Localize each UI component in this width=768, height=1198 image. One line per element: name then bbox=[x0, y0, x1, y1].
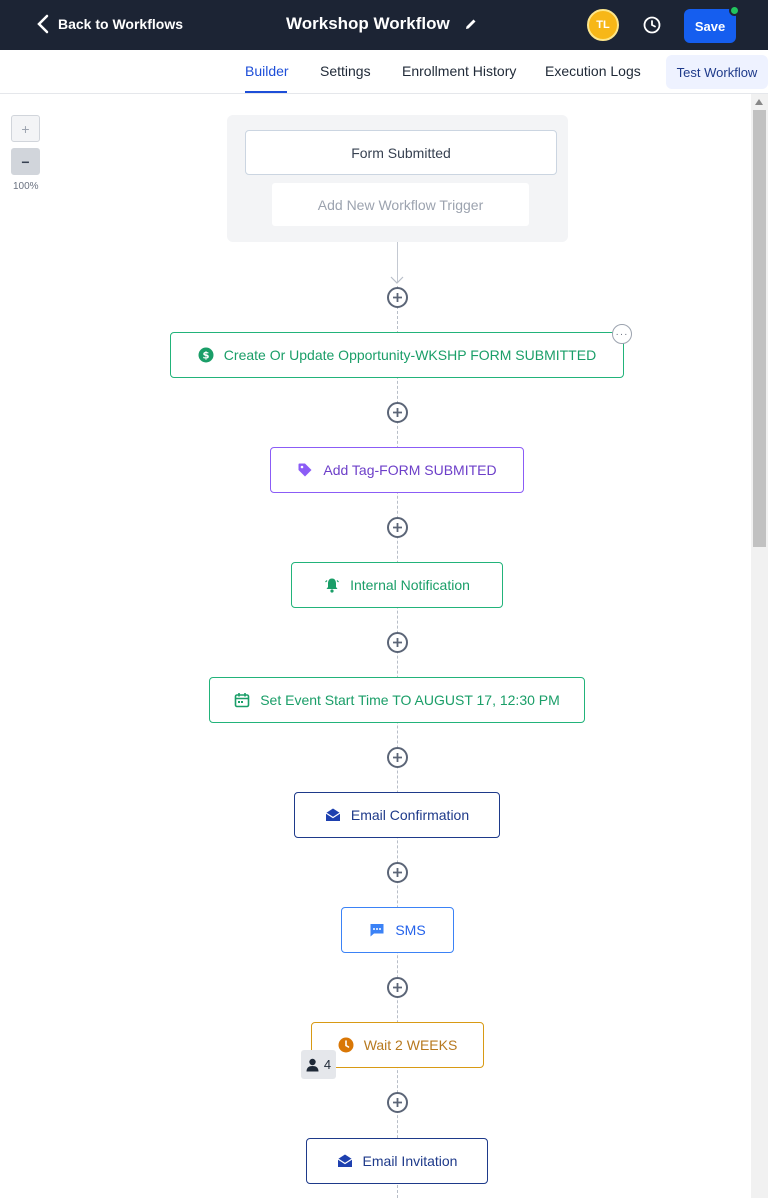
tag-icon bbox=[297, 462, 313, 478]
more-options-button[interactable]: ··· bbox=[612, 324, 632, 344]
add-action-button[interactable] bbox=[387, 977, 408, 998]
user-icon bbox=[306, 1058, 319, 1071]
pencil-icon[interactable] bbox=[464, 17, 478, 31]
action-label: Internal Notification bbox=[350, 577, 470, 593]
unsaved-indicator-dot bbox=[729, 5, 740, 16]
add-action-button[interactable] bbox=[387, 287, 408, 308]
add-action-button[interactable] bbox=[387, 747, 408, 768]
action-internal-notification[interactable]: Internal Notification bbox=[291, 562, 503, 608]
arrow-down-icon bbox=[390, 276, 404, 284]
back-to-workflows-link[interactable]: Back to Workflows bbox=[36, 14, 183, 34]
svg-text:$: $ bbox=[202, 351, 209, 362]
action-label: Add Tag-FORM SUBMITED bbox=[323, 462, 497, 478]
tab-builder[interactable]: Builder bbox=[245, 63, 289, 79]
clock-icon bbox=[338, 1037, 354, 1053]
tab-execution-logs[interactable]: Execution Logs bbox=[545, 63, 641, 79]
action-email-confirmation[interactable]: Email Confirmation bbox=[294, 792, 500, 838]
action-label: Wait 2 WEEKS bbox=[363, 1037, 458, 1053]
plus-icon bbox=[393, 753, 402, 762]
action-sms[interactable]: SMS bbox=[341, 907, 454, 953]
back-label: Back to Workflows bbox=[58, 16, 183, 32]
save-button[interactable]: Save bbox=[684, 9, 736, 43]
tab-settings[interactable]: Settings bbox=[320, 63, 371, 79]
action-add-tag[interactable]: Add Tag-FORM SUBMITED bbox=[270, 447, 524, 493]
workflow-title-text: Workshop Workflow bbox=[286, 14, 450, 33]
scrollbar-thumb[interactable] bbox=[753, 110, 766, 547]
action-label: Set Event Start Time TO AUGUST 17, 12:30… bbox=[260, 692, 560, 708]
calendar-icon bbox=[234, 692, 250, 708]
test-workflow-button[interactable]: Test Workflow bbox=[666, 55, 768, 89]
plus-icon bbox=[393, 868, 402, 877]
action-wait[interactable]: Wait 2 WEEKS bbox=[311, 1022, 484, 1068]
history-icon[interactable] bbox=[641, 14, 663, 36]
plus-icon bbox=[393, 638, 402, 647]
avatar[interactable]: TL bbox=[587, 9, 619, 41]
waiting-contacts-badge[interactable]: 4 bbox=[301, 1050, 336, 1079]
workflow-title: Workshop Workflow bbox=[286, 14, 478, 34]
add-action-button[interactable] bbox=[387, 862, 408, 883]
scroll-up-arrow-icon[interactable] bbox=[755, 99, 763, 105]
plus-icon bbox=[393, 408, 402, 417]
add-action-button[interactable] bbox=[387, 632, 408, 653]
action-set-event-start-time[interactable]: Set Event Start Time TO AUGUST 17, 12:30… bbox=[209, 677, 585, 723]
zoom-in-button[interactable]: + bbox=[11, 115, 40, 142]
action-label: Create Or Update Opportunity-WKSHP FORM … bbox=[223, 347, 597, 363]
action-label: SMS bbox=[395, 922, 426, 938]
action-email-invitation[interactable]: Email Invitation bbox=[306, 1138, 488, 1184]
envelope-icon bbox=[325, 807, 341, 823]
add-action-button[interactable] bbox=[387, 517, 408, 538]
waiting-count: 4 bbox=[323, 1057, 332, 1072]
add-workflow-trigger-button[interactable]: Add New Workflow Trigger bbox=[272, 183, 529, 226]
chat-icon bbox=[369, 922, 385, 938]
add-action-button[interactable] bbox=[387, 402, 408, 423]
add-action-button[interactable] bbox=[387, 1092, 408, 1113]
active-tab-underline bbox=[245, 91, 287, 93]
bell-icon bbox=[324, 577, 340, 593]
zoom-out-button[interactable]: − bbox=[11, 148, 40, 175]
action-label: Email Confirmation bbox=[350, 807, 470, 823]
action-label: Email Invitation bbox=[362, 1153, 458, 1169]
tab-bar: Builder Settings Enrollment History Exec… bbox=[0, 50, 768, 94]
tab-enrollment-history[interactable]: Enrollment History bbox=[402, 63, 516, 79]
action-create-opportunity[interactable]: $ Create Or Update Opportunity-WKSHP FOR… bbox=[170, 332, 624, 378]
dollar-icon: $ bbox=[198, 347, 214, 363]
chevron-left-icon bbox=[37, 14, 49, 34]
trigger-form-submitted[interactable]: Form Submitted bbox=[245, 130, 557, 175]
plus-icon bbox=[393, 1098, 402, 1107]
plus-icon bbox=[393, 293, 402, 302]
plus-icon bbox=[393, 523, 402, 532]
top-bar: Back to Workflows Workshop Workflow TL S… bbox=[0, 0, 768, 50]
envelope-icon bbox=[337, 1153, 353, 1169]
zoom-level: 100% bbox=[13, 181, 39, 192]
plus-icon bbox=[393, 983, 402, 992]
